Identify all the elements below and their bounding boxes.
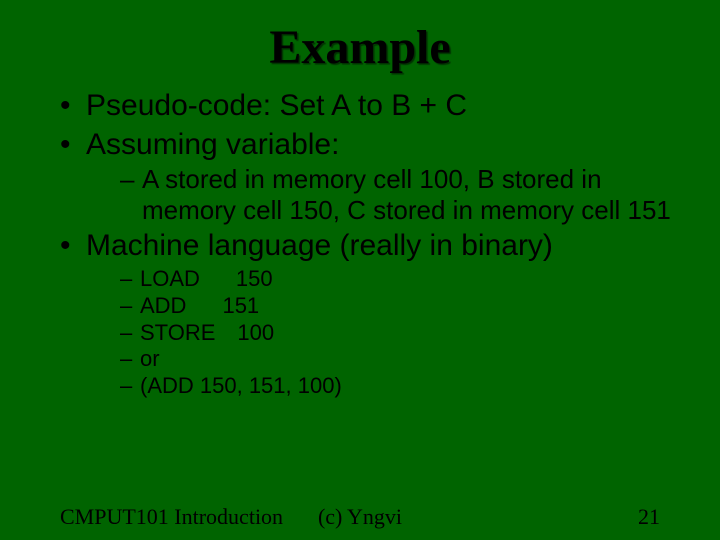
subbullet-storage: A stored in memory cell 100, B stored in… — [120, 164, 684, 225]
instr-add: ADD 151 — [120, 293, 684, 320]
bullet-machine-language: Machine language (really in binary) LOAD… — [60, 229, 684, 400]
text: or — [140, 346, 160, 371]
footer-page: 21 — [638, 504, 660, 530]
arg: 100 — [237, 320, 274, 345]
text: (ADD 150, 151, 100) — [140, 373, 342, 398]
arg: 151 — [222, 293, 259, 318]
bullet-assuming: Assuming variable: A stored in memory ce… — [60, 128, 684, 226]
bullet-text: Assuming variable: — [86, 128, 339, 161]
instr-or: or — [120, 346, 684, 373]
footer-author: (c) Yngvi — [0, 504, 720, 530]
bullet-text: Machine language (really in binary) — [86, 229, 553, 262]
instr-load: LOAD 150 — [120, 266, 684, 293]
op: LOAD — [140, 266, 200, 291]
instr-store: STORE 100 — [120, 320, 684, 347]
slide-title: Example — [36, 0, 684, 75]
body-list: Pseudo-code: Set A to B + C Assuming var… — [36, 89, 684, 400]
op: ADD — [140, 293, 186, 318]
instr-add-triple: (ADD 150, 151, 100) — [120, 373, 684, 400]
bullet-pseudocode: Pseudo-code: Set A to B + C — [60, 89, 684, 124]
sublist-variables: A stored in memory cell 100, B stored in… — [86, 164, 684, 225]
sublist-instructions: LOAD 150 ADD 151 STORE 100 or (ADD 150, 151… — [86, 266, 684, 400]
bullet-text: Pseudo-code: Set A to B + C — [86, 89, 467, 122]
subbullet-text: A stored in memory cell 100, B stored in… — [142, 164, 671, 225]
arg: 150 — [236, 266, 273, 291]
slide: Example Pseudo-code: Set A to B + C Assu… — [0, 0, 720, 540]
op: STORE — [140, 320, 215, 345]
